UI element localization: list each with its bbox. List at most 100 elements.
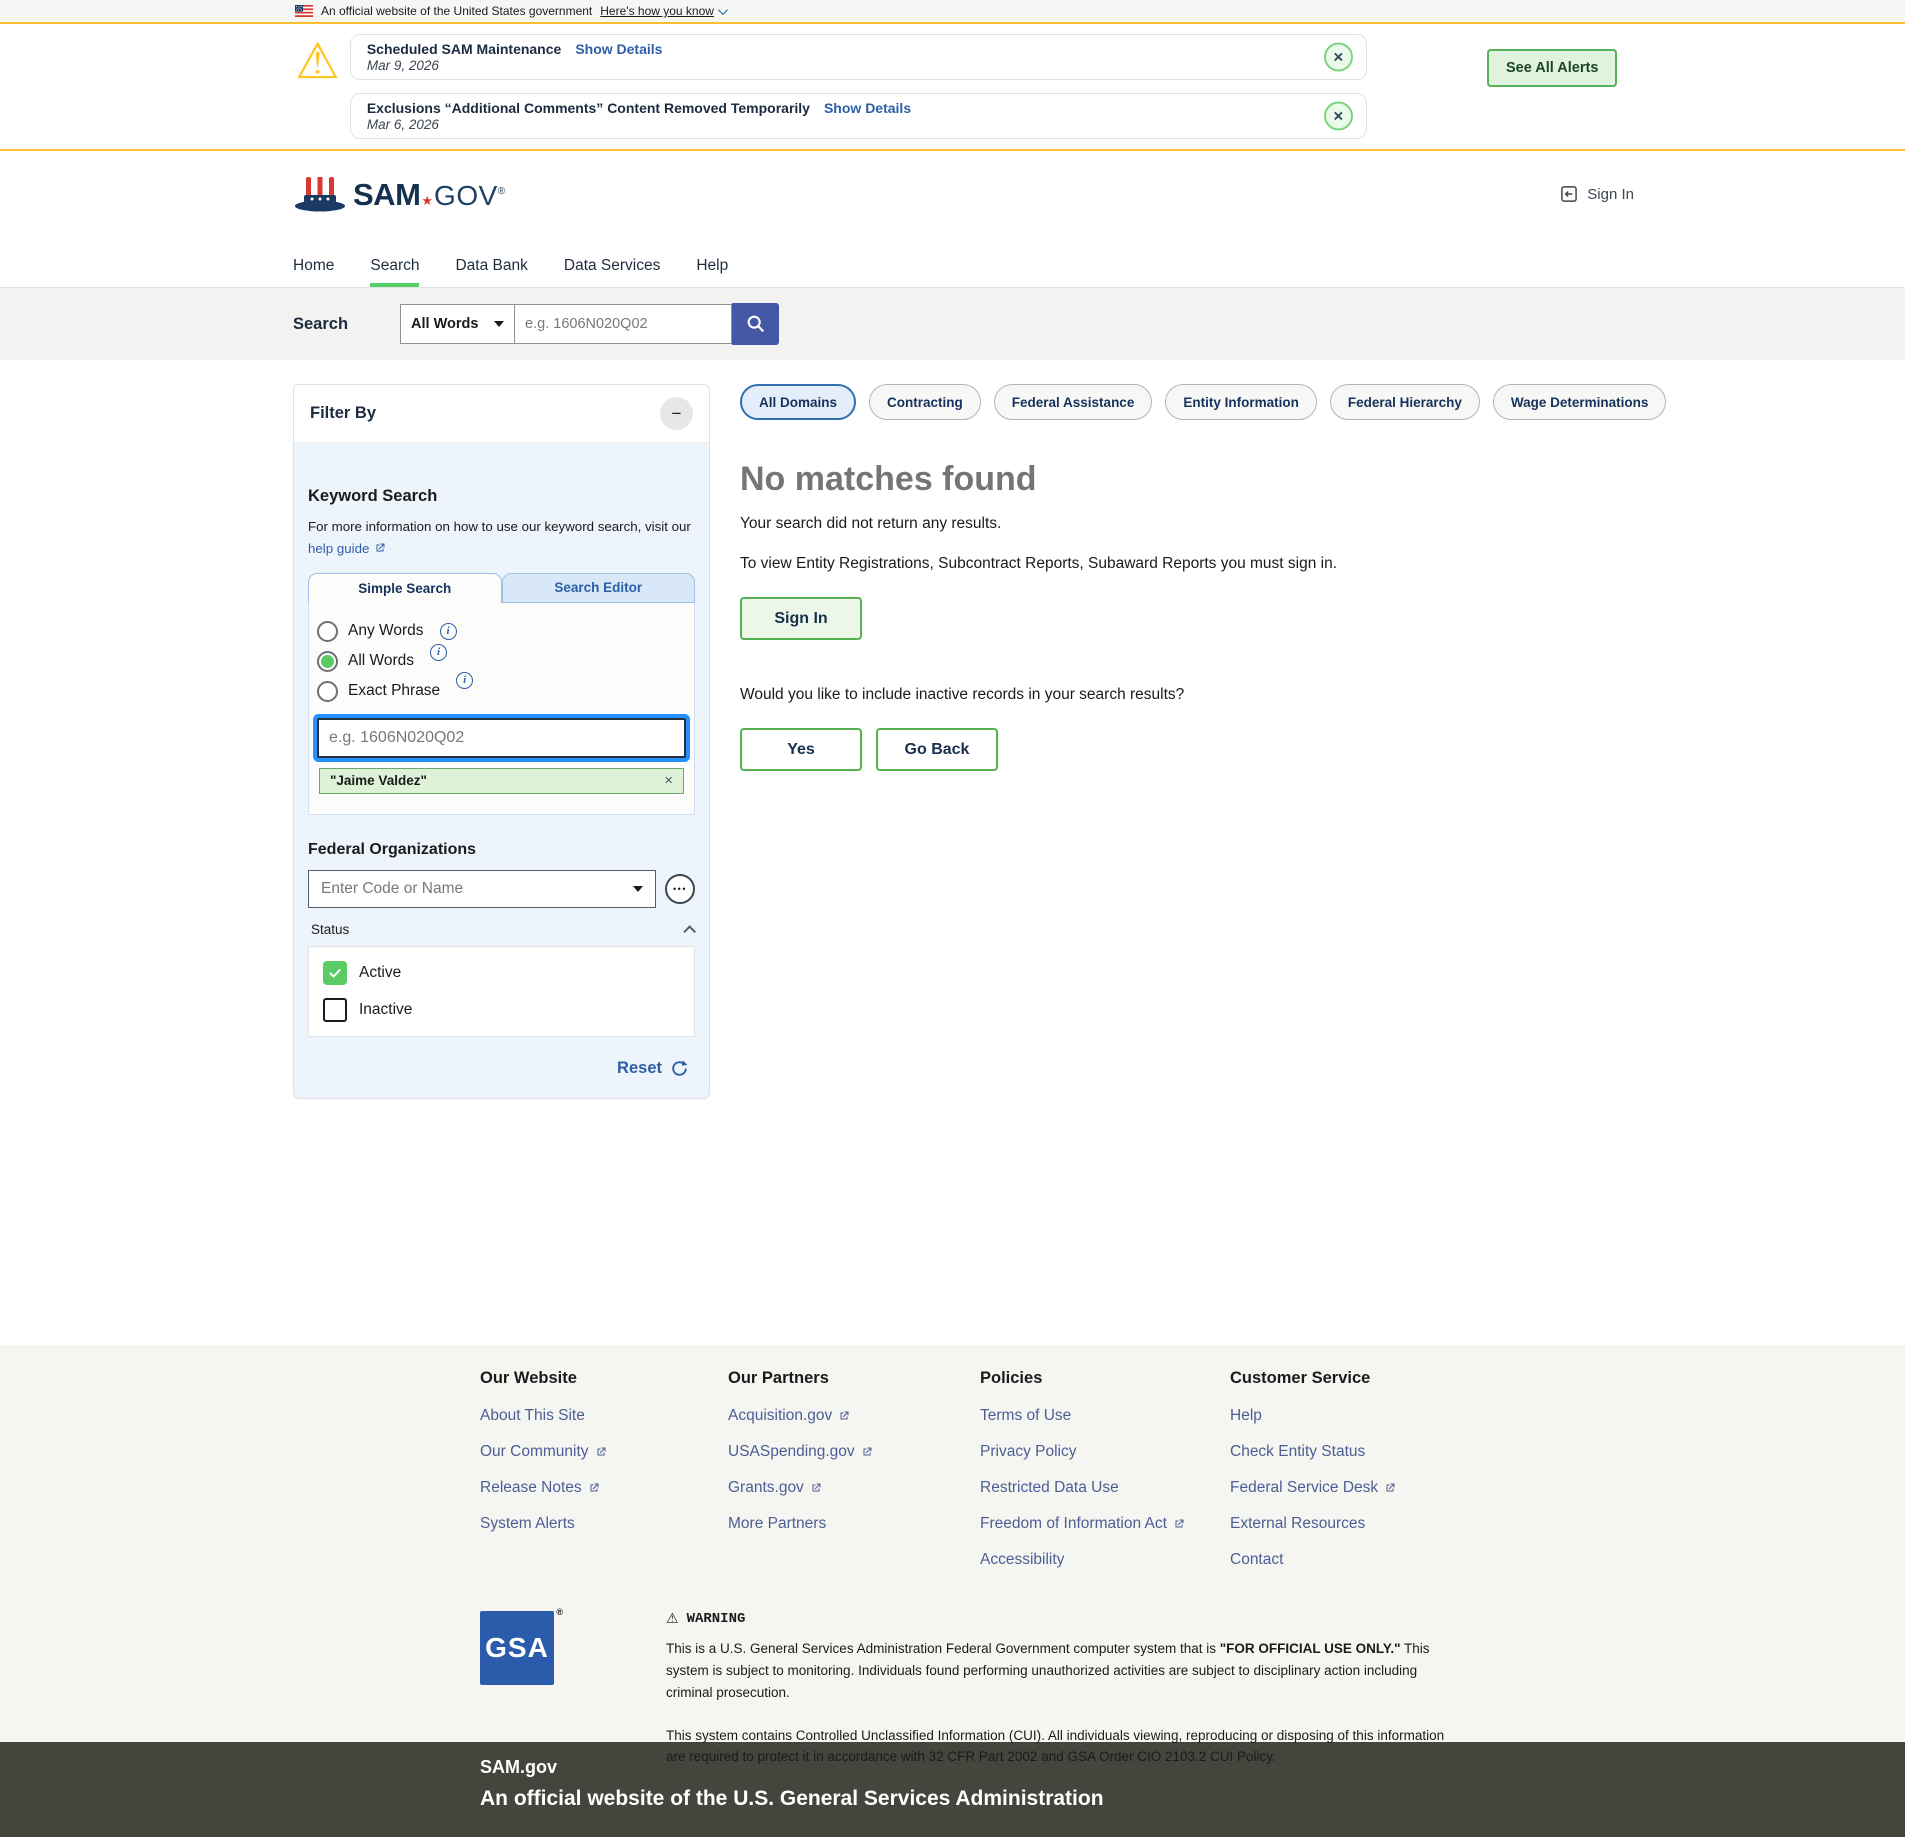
keyword-chip: "Jaime Valdez" × bbox=[319, 768, 684, 794]
federal-org-combobox[interactable]: Enter Code or Name bbox=[308, 870, 656, 908]
uncle-sam-hat-icon bbox=[293, 173, 347, 217]
alert-date: Mar 9, 2026 bbox=[367, 58, 1306, 73]
footer-link-help[interactable]: Help bbox=[1230, 1407, 1478, 1425]
results-area: All Domains Contracting Federal Assistan… bbox=[740, 384, 1580, 771]
search-submit-button[interactable] bbox=[732, 303, 779, 345]
search-input[interactable] bbox=[515, 304, 732, 344]
domain-pill-entity-information[interactable]: Entity Information bbox=[1165, 384, 1317, 420]
help-guide-link[interactable]: help guide bbox=[308, 541, 386, 556]
gsa-logo: GSA ® bbox=[480, 1611, 554, 1685]
caret-down-icon bbox=[494, 321, 504, 327]
footer-link-usaspending-gov[interactable]: USASpending.gov bbox=[728, 1443, 980, 1461]
footer-column-policies: Policies Terms of Use Privacy Policy Res… bbox=[980, 1369, 1230, 1587]
radio-label: Any Words bbox=[348, 622, 424, 640]
alert-title: Scheduled SAM Maintenance bbox=[367, 41, 561, 57]
go-back-button[interactable]: Go Back bbox=[876, 728, 998, 771]
checkbox-active[interactable] bbox=[323, 961, 347, 985]
footer-link-about-this-site[interactable]: About This Site bbox=[480, 1407, 728, 1425]
info-icon[interactable]: i bbox=[430, 644, 447, 661]
footer-link-restricted-data-use[interactable]: Restricted Data Use bbox=[980, 1479, 1230, 1497]
simple-search-panel: Any Words i All Words i Exact Phrase i bbox=[308, 603, 695, 815]
no-matches-title: No matches found bbox=[740, 460, 1580, 499]
status-label: Status bbox=[311, 922, 349, 937]
footer-heading: Our Website bbox=[480, 1369, 728, 1388]
system-warning: ⚠ WARNING This is a U.S. General Service… bbox=[666, 1611, 1466, 1768]
nav-item-help[interactable]: Help bbox=[696, 245, 728, 287]
footer-link-our-community[interactable]: Our Community bbox=[480, 1443, 728, 1461]
radio-label: Exact Phrase bbox=[348, 682, 440, 700]
radio-any-words[interactable] bbox=[317, 621, 338, 642]
footer-link-check-entity-status[interactable]: Check Entity Status bbox=[1230, 1443, 1478, 1461]
footer-link-acquisition-gov[interactable]: Acquisition.gov bbox=[728, 1407, 980, 1425]
filter-by-title: Filter By bbox=[310, 404, 376, 423]
domain-pill-federal-hierarchy[interactable]: Federal Hierarchy bbox=[1330, 384, 1480, 420]
footer-link-external-resources[interactable]: External Resources bbox=[1230, 1515, 1478, 1533]
no-results-message: Your search did not return any results. bbox=[740, 515, 1580, 533]
search-icon bbox=[745, 313, 767, 335]
alert-maintenance: Scheduled SAM Maintenance Show Details M… bbox=[350, 34, 1367, 80]
info-icon[interactable]: i bbox=[456, 672, 473, 689]
radio-label: All Words bbox=[348, 652, 414, 670]
minus-icon: − bbox=[672, 404, 682, 424]
chevron-down-icon bbox=[718, 5, 728, 15]
footer-link-more-partners[interactable]: More Partners bbox=[728, 1515, 980, 1533]
search-band: Search All Words bbox=[0, 288, 1905, 360]
yes-button[interactable]: Yes bbox=[740, 728, 862, 771]
sam-gov-logo[interactable]: SAM★GOV® bbox=[293, 173, 505, 217]
chevron-up-icon bbox=[683, 925, 696, 938]
footer-heading: Our Partners bbox=[728, 1369, 980, 1388]
search-mode-select[interactable]: All Words bbox=[400, 304, 515, 344]
footer-link-system-alerts[interactable]: System Alerts bbox=[480, 1515, 728, 1533]
nav-item-data-services[interactable]: Data Services bbox=[564, 245, 660, 287]
close-alert-button[interactable]: × bbox=[1324, 102, 1353, 131]
domain-pill-contracting[interactable]: Contracting bbox=[869, 384, 981, 420]
bottom-site-subtitle: An official website of the U.S. General … bbox=[480, 1787, 1905, 1811]
tab-simple-search[interactable]: Simple Search bbox=[308, 573, 502, 603]
keyword-input[interactable] bbox=[317, 718, 686, 758]
gov-banner: An official website of the United States… bbox=[0, 0, 1905, 24]
reset-filters-link[interactable]: Reset bbox=[617, 1059, 662, 1078]
more-options-button[interactable]: ••• bbox=[665, 874, 695, 904]
domain-pill-wage-determinations[interactable]: Wage Determinations bbox=[1493, 384, 1667, 420]
checkbox-label: Active bbox=[359, 964, 401, 982]
footer-link-accessibility[interactable]: Accessibility bbox=[980, 1551, 1230, 1569]
nav-item-search[interactable]: Search bbox=[370, 245, 419, 287]
federal-org-placeholder: Enter Code or Name bbox=[321, 880, 463, 898]
status-section-toggle[interactable]: Status bbox=[308, 922, 695, 937]
show-details-link[interactable]: Show Details bbox=[575, 41, 662, 57]
domain-pill-federal-assistance[interactable]: Federal Assistance bbox=[994, 384, 1153, 420]
info-icon[interactable]: i bbox=[440, 623, 457, 640]
close-alert-button[interactable]: × bbox=[1324, 43, 1353, 72]
federal-organizations-heading: Federal Organizations bbox=[308, 841, 695, 859]
warning-triangle-icon: ⚠ bbox=[295, 34, 340, 139]
sign-in-link[interactable]: Sign In bbox=[1559, 184, 1634, 204]
footer-link-release-notes[interactable]: Release Notes bbox=[480, 1479, 728, 1497]
radio-exact-phrase[interactable] bbox=[317, 681, 338, 702]
us-flag-icon bbox=[295, 5, 313, 17]
footer-link-federal-service-desk[interactable]: Federal Service Desk bbox=[1230, 1479, 1478, 1497]
tab-search-editor[interactable]: Search Editor bbox=[502, 573, 696, 603]
see-all-alerts-button[interactable]: See All Alerts bbox=[1487, 49, 1617, 87]
show-details-link[interactable]: Show Details bbox=[824, 100, 911, 116]
footer-link-contact[interactable]: Contact bbox=[1230, 1551, 1478, 1569]
external-link-icon bbox=[588, 1482, 600, 1494]
nav-item-home[interactable]: Home bbox=[293, 245, 334, 287]
footer-heading: Policies bbox=[980, 1369, 1230, 1388]
footer-link-privacy-policy[interactable]: Privacy Policy bbox=[980, 1443, 1230, 1461]
sign-in-button[interactable]: Sign In bbox=[740, 597, 862, 640]
checkbox-inactive[interactable] bbox=[323, 998, 347, 1022]
registered-mark: ® bbox=[498, 186, 505, 197]
how-you-know-link[interactable]: Here's how you know bbox=[600, 4, 725, 18]
footer-link-foia[interactable]: Freedom of Information Act bbox=[980, 1515, 1230, 1533]
inactive-records-question: Would you like to include inactive recor… bbox=[740, 686, 1580, 704]
radio-all-words[interactable] bbox=[317, 651, 338, 672]
status-options-box: Active Inactive bbox=[308, 946, 695, 1037]
keyword-search-heading: Keyword Search bbox=[308, 487, 695, 506]
close-icon: × bbox=[1333, 47, 1343, 67]
collapse-filters-button[interactable]: − bbox=[660, 397, 693, 430]
footer-link-terms-of-use[interactable]: Terms of Use bbox=[980, 1407, 1230, 1425]
nav-item-data-bank[interactable]: Data Bank bbox=[455, 245, 527, 287]
domain-pill-all-domains[interactable]: All Domains bbox=[740, 384, 856, 420]
remove-chip-button[interactable]: × bbox=[664, 772, 673, 789]
footer-link-grants-gov[interactable]: Grants.gov bbox=[728, 1479, 980, 1497]
